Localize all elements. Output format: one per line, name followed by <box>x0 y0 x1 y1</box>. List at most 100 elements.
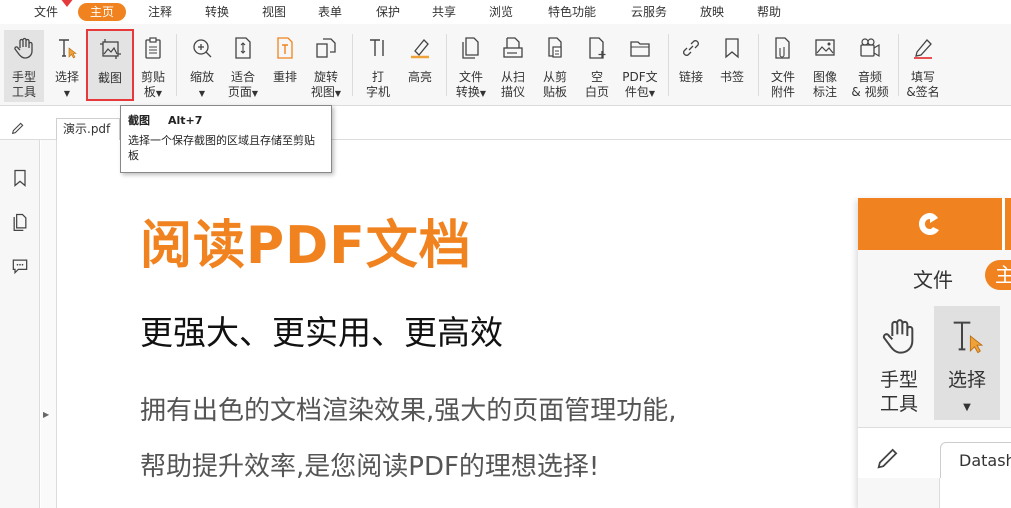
fill-sign-label: 填写 &签名 <box>906 70 940 99</box>
ribbon-separator <box>668 34 669 96</box>
chevron-down-icon: ▼ <box>479 89 487 98</box>
hand-icon <box>882 319 914 354</box>
clipboard-label: 剪贴 板▼ <box>136 70 170 101</box>
ribbon-separator <box>352 34 353 96</box>
ribbon-toolbar: 手型 工具 选择 ▼ 截图 剪贴 板▼ 缩放 ▼ 适合 页面▼ 重排 旋转 视图▼ … <box>0 24 1011 106</box>
hand-tool-label: 手型 工具 <box>11 70 36 99</box>
image-annotation-icon <box>815 39 835 56</box>
chevron-down-icon: ▼ <box>334 89 342 98</box>
file-attachment-button[interactable]: 文件 附件 <box>764 30 802 102</box>
zoom-button[interactable]: 缩放 ▼ <box>184 30 220 102</box>
chevron-down-icon: ▼ <box>198 89 206 98</box>
menu-help[interactable]: 帮助 <box>749 3 789 21</box>
preview-hand-tool: 手型 工具 <box>866 306 932 420</box>
document-tab-label: 演示.pdf <box>63 122 111 136</box>
rotate-view-icon <box>316 38 336 58</box>
app-preview-image: 文件 主 手型 工具 选择 ▼ Datash <box>858 198 1011 508</box>
text-select-icon <box>953 321 984 354</box>
menu-file[interactable]: 文件 <box>28 3 64 21</box>
menu-comment[interactable]: 注释 <box>140 3 180 21</box>
image-annotation-label: 图像 标注 <box>812 70 837 99</box>
menu-share[interactable]: 共享 <box>424 3 464 21</box>
reflow-button[interactable]: 重排 <box>266 30 304 102</box>
preview-divider <box>1002 198 1005 250</box>
rotate-view-button[interactable]: 旋转 视图▼ <box>306 30 346 102</box>
typewriter-button[interactable]: 打 字机 <box>360 30 396 102</box>
ribbon-separator <box>176 34 177 96</box>
menu-cloud[interactable]: 云服务 <box>624 3 674 21</box>
file-convert-button[interactable]: 文件 转换▼ <box>452 30 490 102</box>
bookmark-button[interactable]: 书签 <box>714 30 750 102</box>
preview-select-text: 选择 <box>947 369 986 391</box>
pdf-portfolio-button[interactable]: PDF文 件包▼ <box>618 30 662 102</box>
menu-convert[interactable]: 转换 <box>197 3 237 21</box>
select-button[interactable]: 选择 ▼ <box>48 30 86 102</box>
screenshot-button[interactable]: 截图 <box>86 29 134 101</box>
menu-presentation[interactable]: 放映 <box>692 3 732 21</box>
clipboard-button[interactable]: 剪贴 板▼ <box>136 30 170 102</box>
document-tab[interactable]: 演示.pdf <box>56 118 120 140</box>
preview-menu-home: 主 <box>985 260 1011 290</box>
hand-icon <box>14 37 33 59</box>
menu-home[interactable]: 主页 <box>78 3 126 21</box>
link-icon <box>683 40 699 56</box>
reflow-label: 重排 <box>272 70 297 84</box>
pdf-portfolio-icon <box>630 41 650 57</box>
fill-sign-icon <box>914 39 932 59</box>
file-attachment-icon <box>775 37 790 59</box>
from-clipboard-label: 从剪 贴板 <box>542 70 567 99</box>
blank-page-button[interactable]: 空 白页 <box>578 30 616 102</box>
comments-panel-icon[interactable] <box>10 256 30 276</box>
fit-page-button[interactable]: 适合 页面▼ <box>224 30 262 102</box>
bookmark-panel-icon[interactable] <box>10 168 30 188</box>
menu-features[interactable]: 特色功能 <box>542 3 602 21</box>
tooltip-description: 选择一个保存截图的区域且存储至剪贴板 <box>128 134 315 162</box>
page-title: 阅读PDF文档 <box>140 216 472 276</box>
preview-select-label: 选择 ▼ <box>934 368 1000 420</box>
file-convert-icon <box>462 37 479 59</box>
menu-browse[interactable]: 浏览 <box>481 3 521 21</box>
link-button[interactable]: 链接 <box>674 30 708 102</box>
menu-bar: 文件 主页 注释 转换 视图 表单 保护 共享 浏览 特色功能 云服务 放映 帮… <box>0 0 1011 24</box>
audio-video-button[interactable]: 音频 & 视频 <box>848 30 892 102</box>
blank-page-icon <box>589 37 606 59</box>
preview-tab-row: Datash <box>858 430 1011 508</box>
link-label: 链接 <box>678 70 703 84</box>
rotate-view-label: 旋转 视图▼ <box>306 70 346 101</box>
fill-sign-button[interactable]: 填写 &签名 <box>902 30 944 102</box>
blank-page-label: 空 白页 <box>584 70 609 99</box>
pencil-icon[interactable] <box>10 120 26 136</box>
text-select-icon <box>59 39 77 59</box>
menu-view[interactable]: 视图 <box>254 3 294 21</box>
tooltip-shortcut: Alt+7 <box>168 114 203 127</box>
preview-document-tab: Datash <box>940 442 1011 478</box>
tooltip-title: 截图 Alt+7 <box>128 112 324 128</box>
menu-protect[interactable]: 保护 <box>368 3 408 21</box>
preview-menu-bar: 文件 主 <box>858 250 1011 300</box>
chevron-down-icon: ▼ <box>63 89 71 98</box>
from-scanner-button[interactable]: 从扫 描仪 <box>494 30 532 102</box>
highlight-label: 高亮 <box>407 70 432 84</box>
page-description: 拥有出色的文档渲染效果,强大的页面管理功能, 帮助提升效率,是您阅读PDF的理想… <box>140 383 830 495</box>
description-line-1: 拥有出色的文档渲染效果,强大的页面管理功能, <box>140 396 677 426</box>
screenshot-tooltip: 截图 Alt+7 选择一个保存截图的区域且存储至剪贴板 <box>120 105 332 173</box>
preview-title-bar <box>858 198 1011 250</box>
highlight-button[interactable]: 高亮 <box>402 30 438 102</box>
description-line-2: 帮助提升效率,是您阅读PDF的理想选择! <box>140 452 600 482</box>
pages-panel-icon[interactable] <box>10 212 30 232</box>
page-subtitle: 更强大、更实用、更高效 <box>140 313 503 352</box>
file-attachment-label: 文件 附件 <box>770 70 795 99</box>
zoom-label: 缩放 ▼ <box>184 70 220 101</box>
image-annotation-button[interactable]: 图像 标注 <box>806 30 844 102</box>
tooltip-title-text: 截图 <box>128 114 150 127</box>
highlight-icon <box>411 39 429 59</box>
ribbon-separator <box>758 34 759 96</box>
screenshot-icon <box>100 39 121 59</box>
menu-form[interactable]: 表单 <box>310 3 350 21</box>
fit-page-icon <box>235 37 251 59</box>
bookmark-icon <box>725 38 739 59</box>
sidebar-collapse-handle[interactable]: ▶ <box>41 140 57 508</box>
hand-tool-button[interactable]: 手型 工具 <box>4 30 44 102</box>
chevron-right-icon: ▶ <box>43 410 50 419</box>
from-clipboard-button[interactable]: 从剪 贴板 <box>536 30 574 102</box>
